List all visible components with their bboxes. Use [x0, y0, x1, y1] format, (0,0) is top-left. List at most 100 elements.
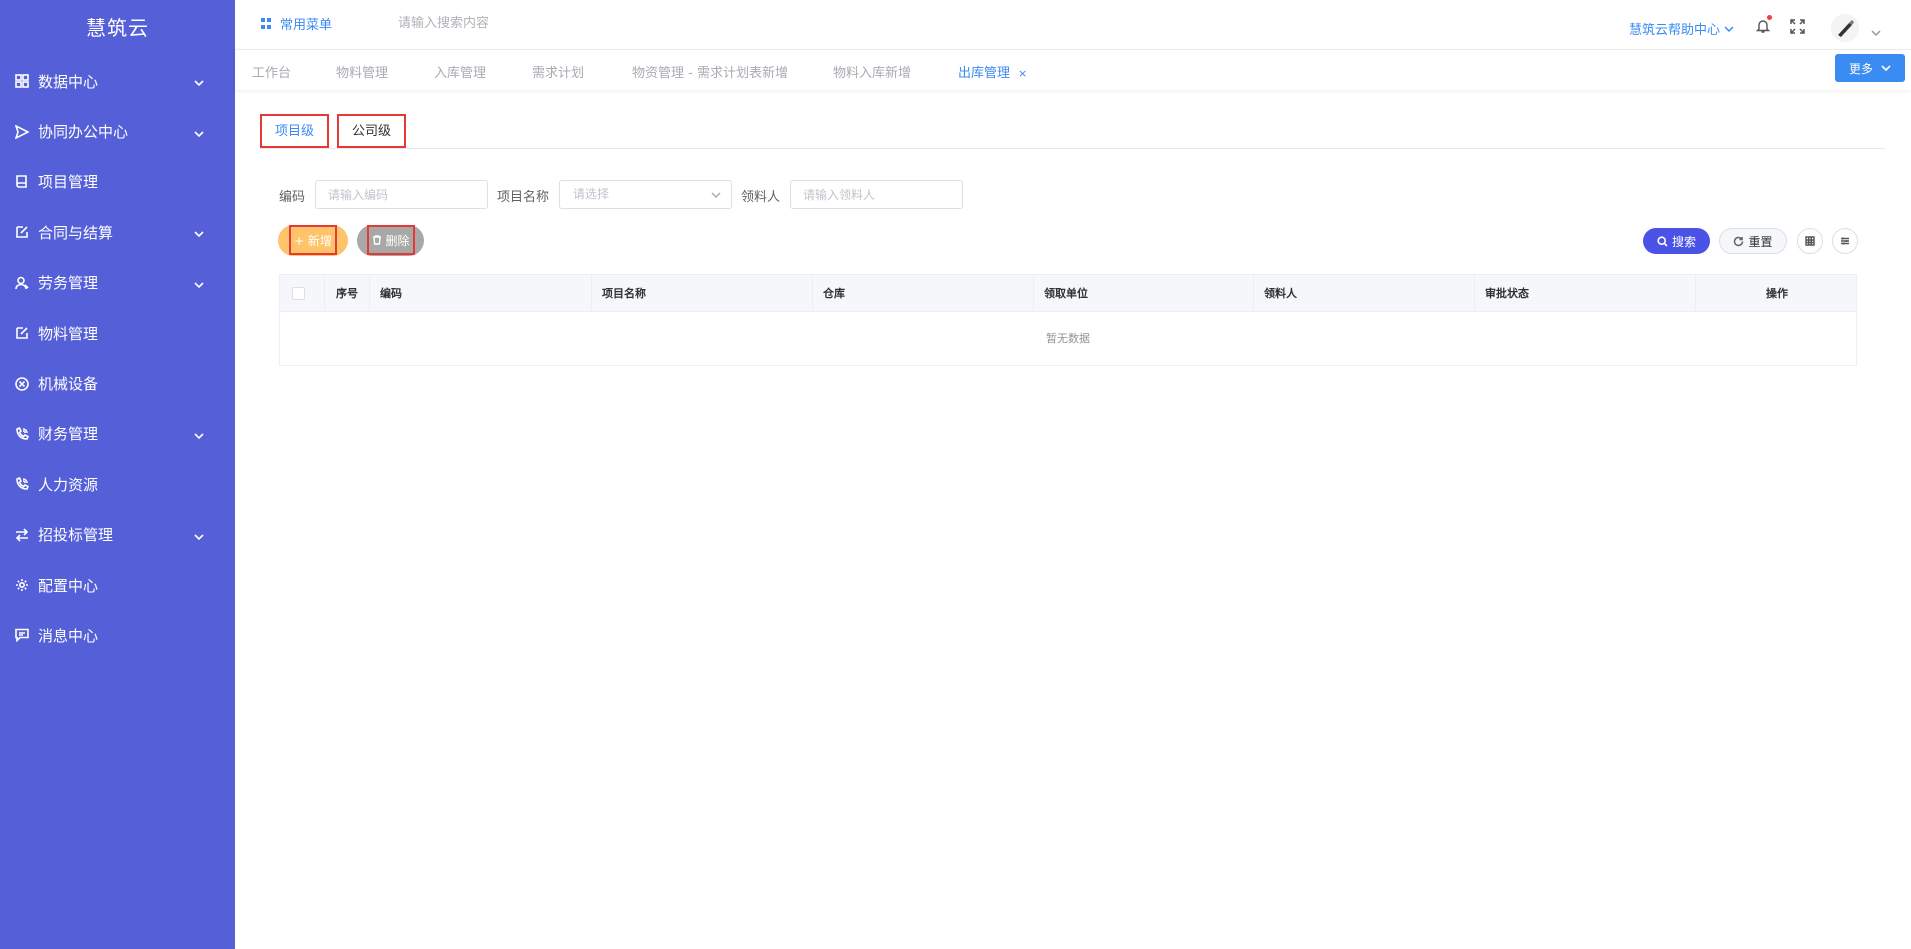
- chevron-down-icon: [1881, 65, 1891, 72]
- close-tab-icon[interactable]: ×: [1018, 67, 1027, 80]
- column-header-2: 项目名称: [592, 275, 813, 312]
- receiver-label: 领料人: [741, 190, 781, 205]
- page-tab-label: 物资管理 - 需求计划表新增: [632, 66, 788, 81]
- help-center-dropdown[interactable]: 慧筑云帮助中心: [1629, 19, 1734, 38]
- refresh-icon: [1734, 236, 1744, 246]
- help-center-label: 慧筑云帮助中心: [1629, 23, 1721, 38]
- sidebar-item-label: 人力资源: [38, 475, 99, 494]
- outbound-table: 序号 编码 项目名称 仓库 领取单位 领料人 审批状态 操作 暂无数据: [279, 274, 1857, 366]
- app-logo: 慧筑云: [86, 16, 149, 40]
- notification-bell-icon[interactable]: [1755, 15, 1772, 34]
- table-settings-icon[interactable]: [1832, 228, 1858, 254]
- user-icon: [14, 275, 30, 291]
- sidebar-item-label: 数据中心: [38, 72, 99, 91]
- sidebar-item-11[interactable]: 消息中心: [0, 610, 235, 660]
- sidebar-item-10[interactable]: 配置中心: [0, 560, 235, 610]
- code-input[interactable]: [315, 180, 488, 209]
- sidebar-item-6[interactable]: 机械设备: [0, 358, 235, 408]
- gear-icon: [14, 577, 30, 593]
- add-button-label: + 新增: [289, 225, 337, 255]
- message-icon: [14, 627, 30, 643]
- sidebar-item-9[interactable]: 招投标管理: [0, 510, 235, 560]
- code-label: 编码: [279, 190, 306, 205]
- sidebar-item-label: 财务管理: [38, 425, 99, 444]
- edit-icon: [14, 325, 30, 341]
- receiver-input[interactable]: [790, 180, 963, 209]
- add-button[interactable]: + 新增: [278, 225, 348, 256]
- notification-dot: [1767, 15, 1772, 20]
- table-header: 序号 编码 项目名称 仓库 领取单位 领料人 审批状态 操作: [280, 275, 1856, 312]
- sidebar-item-2[interactable]: 项目管理: [0, 157, 235, 207]
- project-name-select[interactable]: 请选择: [559, 180, 732, 209]
- more-tabs-label: 更多: [1848, 61, 1873, 76]
- common-menu-button[interactable]: 常用菜单: [261, 14, 332, 33]
- column-header-4: 领取单位: [1034, 275, 1254, 312]
- project-name-select-placeholder: 请选择: [573, 187, 610, 201]
- chevron-down-icon: [193, 277, 205, 289]
- edit-icon: [14, 224, 30, 240]
- delete-button[interactable]: 删除: [357, 225, 424, 256]
- page-tab-3[interactable]: 需求计划: [532, 62, 584, 81]
- project-name-label: 项目名称: [497, 190, 550, 205]
- page-tab-4[interactable]: 物资管理 - 需求计划表新增: [632, 62, 788, 81]
- sidebar-item-label: 合同与结算: [38, 223, 114, 242]
- user-menu-chevron-icon[interactable]: [1871, 23, 1881, 37]
- sidebar-item-0[interactable]: 数据中心: [0, 56, 235, 106]
- column-header-0: 序号: [325, 275, 370, 312]
- reset-button[interactable]: 重置: [1719, 228, 1787, 254]
- phone-icon: [14, 426, 30, 442]
- delete-button-inner: 删除: [367, 225, 415, 255]
- sidebar-item-1[interactable]: 协同办公中心: [0, 106, 235, 156]
- fullscreen-icon[interactable]: [1790, 19, 1805, 34]
- user-avatar[interactable]: [1831, 14, 1859, 42]
- sidebar-item-label: 劳务管理: [38, 274, 99, 293]
- sidebar-item-label: 物料管理: [38, 324, 99, 343]
- tab-company-level[interactable]: 公司级: [337, 114, 406, 148]
- page-tab-label: 物料管理: [336, 66, 389, 81]
- search-button-label: 搜索: [1671, 234, 1696, 249]
- sidebar-item-8[interactable]: 人力资源: [0, 459, 235, 509]
- trash-icon: [373, 235, 382, 245]
- search-button[interactable]: 搜索: [1643, 228, 1710, 254]
- send-icon: [14, 124, 30, 140]
- column-header-6: 审批状态: [1475, 275, 1696, 312]
- apps-icon: [261, 18, 272, 29]
- page-tab-1[interactable]: 物料管理: [336, 62, 388, 81]
- chevron-down-icon: [711, 192, 721, 199]
- sidebar-item-4[interactable]: 劳务管理: [0, 258, 235, 308]
- page-tab-label: 入库管理: [434, 66, 487, 81]
- transfer-icon: [14, 527, 30, 543]
- sidebar-item-7[interactable]: 财务管理: [0, 409, 235, 459]
- page-tab-2[interactable]: 入库管理: [434, 62, 486, 81]
- select-all-checkbox[interactable]: [292, 287, 305, 300]
- chevron-down-icon: [193, 126, 205, 138]
- level-tabs: 项目级 公司级: [260, 114, 1885, 149]
- tab-project-level[interactable]: 项目级: [260, 114, 329, 148]
- page-tab-0[interactable]: 工作台: [252, 62, 291, 81]
- global-search-input[interactable]: [398, 10, 598, 36]
- sidebar-item-3[interactable]: 合同与结算: [0, 207, 235, 257]
- select-all-cell: [280, 275, 325, 312]
- page-tab-6[interactable]: 出库管理 ×: [958, 62, 1027, 81]
- column-header-5: 领料人: [1254, 275, 1475, 312]
- sidebar-item-label: 项目管理: [38, 173, 99, 192]
- column-display-icon[interactable]: [1797, 228, 1823, 254]
- grid-icon: [14, 73, 30, 89]
- sidebar-item-5[interactable]: 物料管理: [0, 308, 235, 358]
- sidebar-item-label: 招投标管理: [38, 526, 114, 545]
- phone-icon: [14, 476, 30, 492]
- sidebar: 慧筑云 数据中心协同办公中心项目管理合同与结算劳务管理物料管理机械设备财务管理人…: [0, 0, 235, 949]
- more-tabs-button[interactable]: 更多: [1835, 54, 1905, 82]
- chevron-down-icon: [1724, 25, 1734, 32]
- sidebar-item-label: 消息中心: [38, 626, 99, 645]
- top-header: 常用菜单 慧筑云帮助中心: [235, 0, 1911, 50]
- column-header-7: 操作: [1766, 287, 1788, 300]
- page-tab-5[interactable]: 物料入库新增: [833, 62, 911, 81]
- common-menu-label: 常用菜单: [280, 18, 333, 33]
- circle-x-icon: [14, 376, 30, 392]
- page-tabs-bar: 工作台 物料管理 入库管理 需求计划 物资管理 - 需求计划表新增 物料入库新增 出库管理 ×…: [235, 50, 1911, 90]
- page-tab-label: 工作台: [252, 66, 292, 81]
- chevron-down-icon: [193, 529, 205, 541]
- search-icon: [1657, 235, 1668, 247]
- page-tab-label: 需求计划: [532, 66, 585, 81]
